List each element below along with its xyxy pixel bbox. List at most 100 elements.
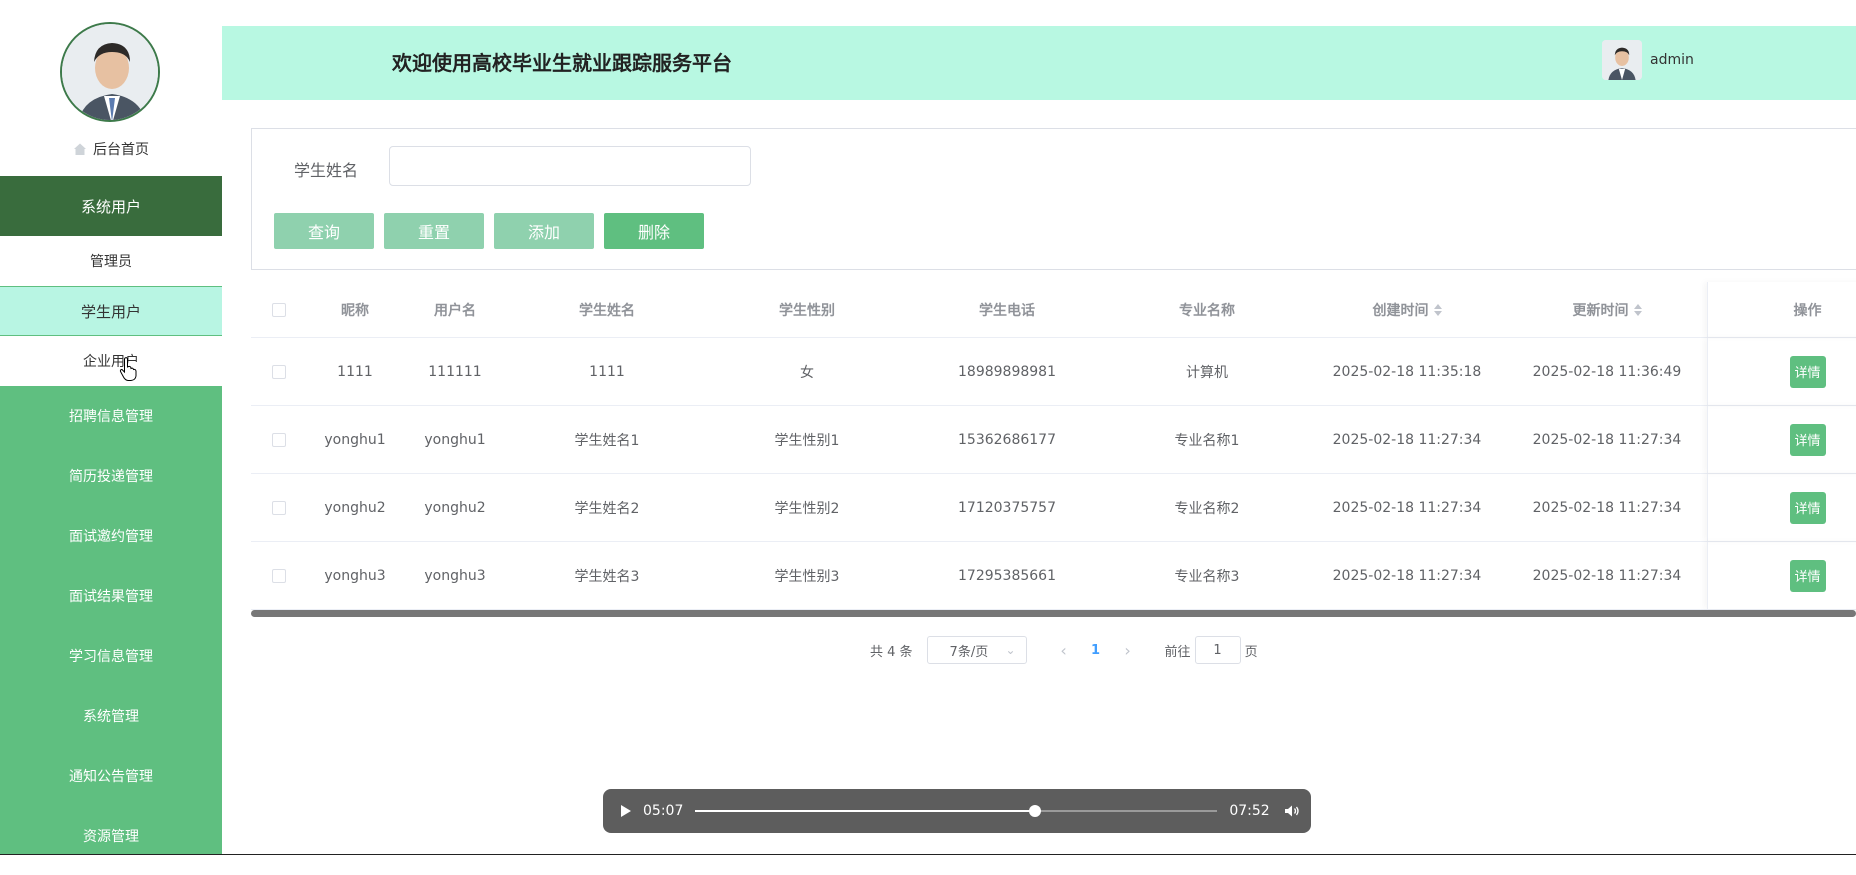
- select-all-checkbox[interactable]: [272, 302, 286, 317]
- table-row: yonghu3 yonghu3 学生姓名3 学生性别3 17295385661 …: [251, 542, 1856, 610]
- row-checkbox[interactable]: [272, 432, 286, 447]
- row-checkbox[interactable]: [272, 364, 286, 379]
- cell-name: 学生姓名2: [574, 500, 640, 517]
- cell-username: yonghu3: [424, 567, 486, 584]
- user-menu[interactable]: admin: [1602, 38, 1694, 82]
- sidebar-item-resume[interactable]: 简历投递管理: [0, 446, 222, 506]
- sidebar-subitem-admin[interactable]: 管理员: [0, 236, 222, 286]
- cell-nickname: yonghu3: [324, 567, 386, 584]
- header: 欢迎使用高校毕业生就业跟踪服务平台 admin: [222, 26, 1856, 100]
- video-progress-bar[interactable]: [695, 805, 1218, 817]
- page-size-value: 7条/页: [949, 644, 989, 660]
- cell-gender: 学生性别3: [774, 568, 840, 585]
- page-number[interactable]: 1: [1081, 643, 1111, 658]
- page-size-select[interactable]: 7条/页 ⌄: [926, 636, 1027, 664]
- row-checkbox[interactable]: [272, 568, 286, 583]
- header-updated[interactable]: 更新时间: [1507, 300, 1707, 320]
- cell-updated: 2025-02-18 11:27:34: [1532, 567, 1682, 584]
- header-created-label: 创建时间: [1372, 302, 1429, 319]
- cell-created: 2025-02-18 11:27:34: [1332, 499, 1482, 516]
- cell-gender: 学生性别1: [774, 432, 840, 449]
- hand-cursor-icon: [119, 357, 137, 381]
- cell-nickname: yonghu1: [324, 431, 386, 448]
- cell-phone: 17120375757: [958, 499, 1056, 516]
- add-button[interactable]: 添加: [494, 213, 594, 249]
- cell-major: 专业名称2: [1174, 500, 1240, 517]
- student-name-input[interactable]: [389, 146, 751, 186]
- volume-icon[interactable]: [1284, 804, 1300, 818]
- sidebar-item-interview-invite[interactable]: 面试邀约管理: [0, 506, 222, 566]
- sidebar-item-study[interactable]: 学习信息管理: [0, 626, 222, 686]
- cell-gender: 学生性别2: [774, 500, 840, 517]
- detail-button[interactable]: 详情: [1789, 423, 1826, 456]
- header-nickname: 昵称: [341, 302, 369, 319]
- cell-username: yonghu2: [424, 499, 486, 516]
- detail-button[interactable]: 详情: [1789, 355, 1826, 388]
- header-username: 用户名: [434, 302, 476, 319]
- header-major: 专业名称: [1179, 302, 1235, 319]
- cell-phone: 15362686177: [958, 431, 1056, 448]
- cell-gender: 女: [800, 364, 814, 381]
- cell-name: 学生姓名1: [574, 432, 640, 449]
- cell-major: 专业名称1: [1174, 432, 1240, 449]
- chevron-down-icon: ⌄: [1005, 643, 1016, 657]
- cell-phone: 17295385661: [958, 567, 1056, 584]
- query-button[interactable]: 查询: [274, 213, 374, 249]
- goto-suffix: 页: [1244, 644, 1258, 660]
- sidebar-menu: 招聘信息管理 简历投递管理 面试邀约管理 面试结果管理 学习信息管理 系统管理 …: [0, 386, 222, 866]
- sidebar-item-recruitment[interactable]: 招聘信息管理: [0, 386, 222, 446]
- cell-nickname: yonghu2: [324, 499, 386, 516]
- sort-icon[interactable]: [1433, 303, 1442, 316]
- cell-created: 2025-02-18 11:27:34: [1332, 431, 1482, 448]
- divider: [0, 854, 1856, 855]
- table-row: yonghu2 yonghu2 学生姓名2 学生性别2 17120375757 …: [251, 474, 1856, 542]
- video-controls: 05:07 07:52: [603, 789, 1311, 833]
- detail-button[interactable]: 详情: [1789, 559, 1826, 592]
- header-phone: 学生电话: [979, 302, 1035, 319]
- next-page-icon[interactable]: ›: [1111, 641, 1145, 660]
- search-label: 学生姓名: [294, 161, 359, 180]
- table-header: 昵称 用户名 学生姓名 学生性别 学生电话 专业名称 创建时间 更新时间 操作: [251, 282, 1856, 338]
- sidebar-item-system[interactable]: 系统管理: [0, 686, 222, 746]
- cell-phone: 18989898981: [958, 363, 1056, 380]
- goto-prefix: 前往: [1164, 644, 1191, 660]
- current-time: 05:07: [643, 803, 684, 819]
- prev-page-icon[interactable]: ‹: [1047, 641, 1081, 660]
- header-gender: 学生性别: [779, 302, 835, 319]
- sidebar-item-label: 后台首页: [93, 142, 149, 158]
- sidebar-item-system-users[interactable]: 系统用户: [0, 176, 222, 236]
- sidebar-item-resource[interactable]: 资源管理: [0, 806, 222, 866]
- pagination: 共 4 条 7条/页 ⌄ ‹ 1 › 前往 1 页: [870, 636, 1258, 664]
- sidebar-item-home[interactable]: 后台首页: [0, 136, 222, 162]
- cell-created: 2025-02-18 11:27:34: [1332, 567, 1482, 584]
- cell-major: 专业名称3: [1174, 568, 1240, 585]
- sidebar-subitem-company[interactable]: 企业用户: [0, 336, 222, 386]
- sort-icon[interactable]: [1633, 303, 1642, 316]
- play-icon[interactable]: [621, 805, 631, 817]
- row-checkbox[interactable]: [272, 500, 286, 515]
- video-progress-fill: [695, 810, 1035, 812]
- page-title: 欢迎使用高校毕业生就业跟踪服务平台: [392, 51, 732, 75]
- cell-username: 111111: [428, 363, 482, 380]
- sidebar-item-notice[interactable]: 通知公告管理: [0, 746, 222, 806]
- sidebar-item-interview-result[interactable]: 面试结果管理: [0, 566, 222, 626]
- avatar: [60, 22, 160, 122]
- header-ops: 操作: [1707, 282, 1856, 337]
- table-horizontal-scrollbar[interactable]: [251, 610, 1856, 617]
- data-table: 昵称 用户名 学生姓名 学生性别 学生电话 专业名称 创建时间 更新时间 操作 …: [251, 282, 1856, 610]
- header-name: 学生姓名: [579, 302, 635, 319]
- cell-name: 学生姓名3: [574, 568, 640, 585]
- total-count: 共 4 条: [870, 644, 913, 660]
- delete-button[interactable]: 删除: [604, 213, 704, 249]
- goto-page-input[interactable]: 1: [1194, 636, 1241, 664]
- reset-button[interactable]: 重置: [384, 213, 484, 249]
- goto-page: 前往 1 页: [1165, 636, 1258, 664]
- cell-updated: 2025-02-18 11:27:34: [1532, 431, 1682, 448]
- sidebar-profile: 后台首页: [0, 0, 222, 176]
- header-created[interactable]: 创建时间: [1307, 300, 1507, 320]
- detail-button[interactable]: 详情: [1789, 491, 1826, 524]
- video-progress-knob[interactable]: [1028, 805, 1041, 817]
- sidebar-subitem-student[interactable]: 学生用户: [0, 286, 222, 336]
- cell-username: yonghu1: [424, 431, 486, 448]
- home-icon: [74, 143, 86, 155]
